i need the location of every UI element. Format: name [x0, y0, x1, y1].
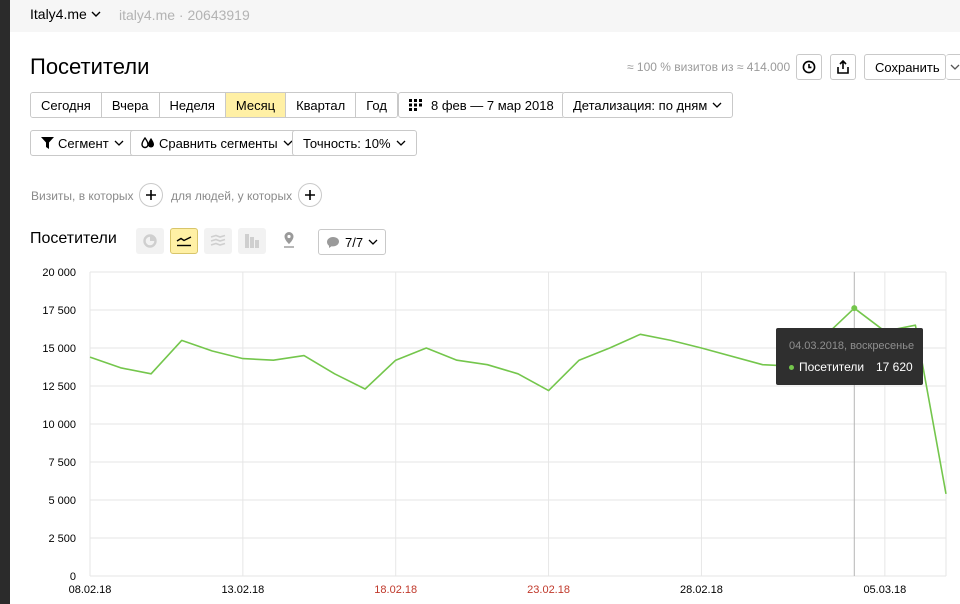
series-dot [789, 364, 794, 370]
y-tick-label: 7 500 [48, 457, 76, 469]
y-tick-label: 12 500 [42, 381, 76, 393]
y-tick-label: 2 500 [48, 533, 76, 545]
y-tick-label: 17 500 [42, 305, 76, 317]
visitors-line-chart[interactable]: 0 2 500 5 000 7 500 10 000 12 500 15 000 17 500… [10, 0, 960, 604]
metrika-page: Italy4.me italy4.me · 20643919 Посетител… [10, 0, 960, 604]
chart-tooltip: 04.03.2018, воскресенье Посетители 17 62… [776, 328, 923, 385]
y-tick-label: 5 000 [48, 495, 76, 507]
x-tick-label: 23.02.18 [527, 584, 570, 596]
highlighted-data-point[interactable] [851, 305, 858, 312]
y-tick-label: 20 000 [42, 267, 76, 279]
x-tick-label: 08.02.18 [69, 584, 112, 596]
tooltip-value: 17 620 [876, 360, 913, 374]
x-tick-label: 18.02.18 [374, 584, 417, 596]
y-tick-label: 10 000 [42, 419, 76, 431]
tooltip-series-name: Посетители [799, 360, 865, 374]
x-tick-label: 13.02.18 [221, 584, 264, 596]
x-tick-label: 28.02.18 [680, 584, 723, 596]
tooltip-date: 04.03.2018, воскресенье [789, 340, 915, 352]
tooltip-series: Посетители [789, 360, 864, 374]
y-tick-label: 15 000 [42, 343, 76, 355]
y-tick-label: 0 [70, 571, 76, 583]
x-tick-label: 05.03.18 [863, 584, 906, 596]
